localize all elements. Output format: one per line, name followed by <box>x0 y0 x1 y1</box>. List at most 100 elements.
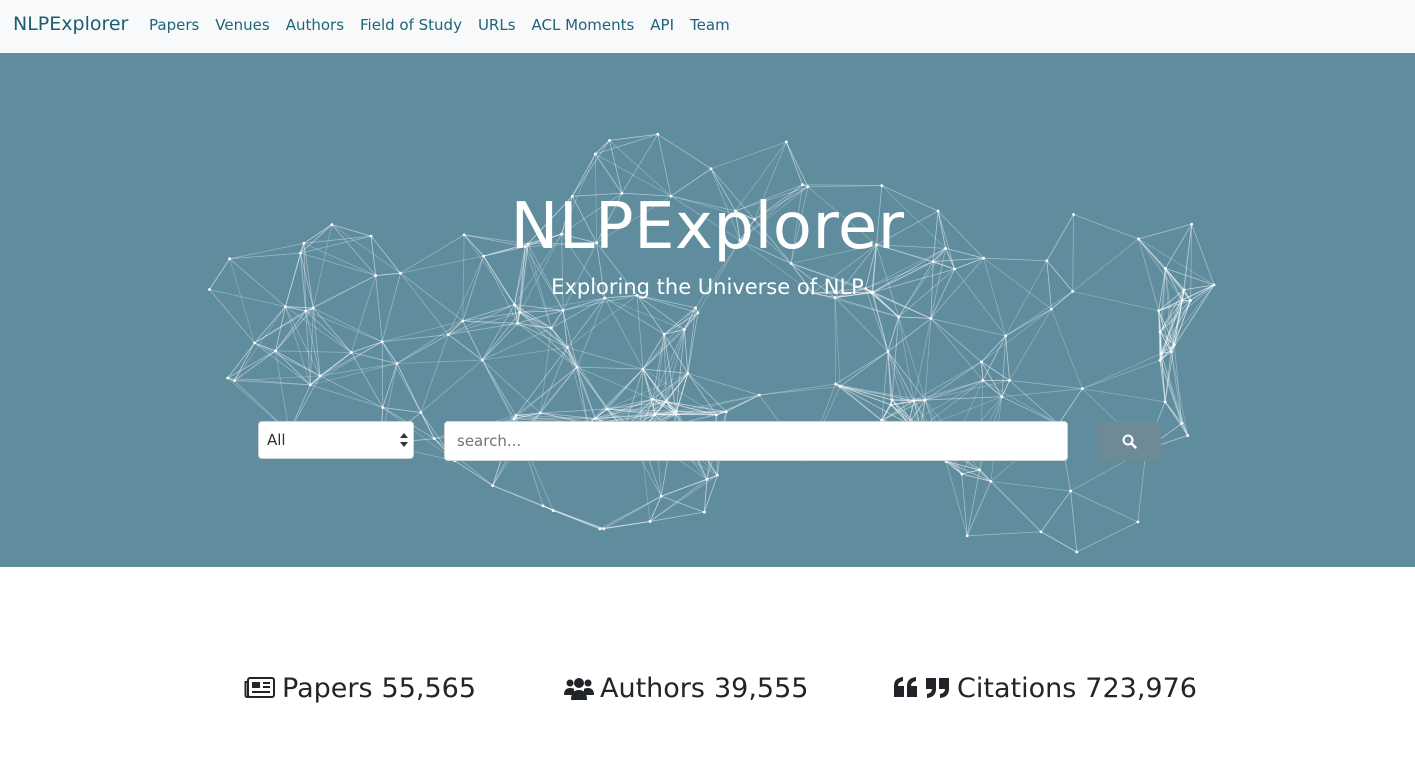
brand-logo[interactable]: NLPExplorer <box>13 13 128 35</box>
network-node <box>886 350 890 353</box>
network-node <box>551 509 555 513</box>
network-node <box>694 306 698 310</box>
network-node <box>1159 352 1163 355</box>
network-edge <box>1009 380 1083 390</box>
nav-link-api[interactable]: API <box>650 16 674 34</box>
network-edge <box>652 329 685 400</box>
network-node <box>960 472 964 476</box>
stat-papers-label: Papers <box>282 672 373 704</box>
search-button[interactable] <box>1098 421 1161 461</box>
network-edge <box>454 460 493 486</box>
network-edge <box>305 310 383 343</box>
network-node <box>566 346 569 349</box>
network-node <box>709 167 713 171</box>
network-edge <box>802 184 882 187</box>
users-icon <box>564 678 594 700</box>
network-edge <box>482 359 541 414</box>
category-select[interactable]: All <box>258 421 414 459</box>
network-node <box>648 520 652 523</box>
network-edge <box>785 141 809 187</box>
network-edge <box>839 351 889 387</box>
category-select-value: All <box>267 431 286 449</box>
network-edge <box>382 334 449 343</box>
network-node <box>395 362 399 365</box>
network-edge <box>871 292 889 352</box>
network-node <box>651 397 654 401</box>
hero-subtitle: Exploring the Universe of NLP <box>551 275 864 299</box>
network-edge <box>930 318 984 381</box>
nav-link-authors[interactable]: Authors <box>286 16 344 34</box>
network-edge <box>396 359 483 364</box>
network-edge <box>835 351 889 385</box>
network-node <box>549 326 553 330</box>
network-edge <box>930 318 982 363</box>
network-node <box>806 185 810 189</box>
network-edge <box>898 316 931 319</box>
nav-link-acl-moments[interactable]: ACL Moments <box>532 16 635 34</box>
network-node <box>683 328 686 331</box>
network-edge <box>381 341 384 408</box>
network-edge <box>759 385 841 396</box>
network-edge <box>966 481 992 536</box>
network-node <box>284 305 287 309</box>
network-node <box>965 534 969 538</box>
network-edge <box>636 295 665 335</box>
network-node <box>659 494 663 498</box>
network-node <box>980 360 983 364</box>
network-edge <box>649 511 705 522</box>
network-edge <box>609 133 658 141</box>
network-node <box>274 349 277 353</box>
network-edge <box>313 307 383 343</box>
network-edge <box>382 363 398 408</box>
network-node <box>461 319 465 323</box>
network-edge <box>703 475 718 513</box>
nav-link-field-of-study[interactable]: Field of Study <box>360 16 462 34</box>
network-edge <box>1051 308 1083 389</box>
nav-link-team[interactable]: Team <box>690 16 730 34</box>
network-node <box>233 379 236 382</box>
network-node <box>641 367 645 371</box>
network-node <box>593 417 597 420</box>
hero-title: NLPExplorer <box>510 190 905 264</box>
network-edge <box>1009 380 1059 425</box>
network-edge <box>981 361 984 381</box>
network-node <box>575 365 579 369</box>
select-arrows-icon <box>400 433 408 447</box>
nav-link-venues[interactable]: Venues <box>215 16 269 34</box>
newspaper-icon <box>244 677 275 698</box>
network-edge <box>981 308 1052 363</box>
network-edge <box>567 295 638 348</box>
network-node <box>1158 330 1162 334</box>
network-edge <box>604 297 665 335</box>
network-node <box>512 417 516 421</box>
network-node <box>705 477 709 481</box>
network-edge <box>1160 353 1189 436</box>
quote-icon <box>894 677 949 698</box>
network-edge <box>1070 490 1139 523</box>
network-node <box>541 504 545 508</box>
network-node <box>304 309 308 313</box>
network-node <box>1049 307 1053 311</box>
nav-link-urls[interactable]: URLs <box>478 16 516 34</box>
network-edge <box>1005 308 1052 337</box>
network-edge <box>924 361 982 401</box>
network-node <box>1164 267 1167 270</box>
network-node <box>686 371 690 375</box>
network-node <box>253 341 256 345</box>
network-node <box>702 510 706 514</box>
network-node <box>1039 530 1043 534</box>
network-edge <box>1001 388 1083 398</box>
network-node <box>480 358 484 362</box>
network-node <box>513 303 516 307</box>
network-edge <box>462 311 520 322</box>
network-edge <box>835 383 893 401</box>
network-edge <box>254 342 311 386</box>
network-edge <box>657 133 712 170</box>
search-input[interactable] <box>444 421 1068 461</box>
network-edge <box>481 312 521 361</box>
network-node <box>664 400 668 404</box>
network-edge <box>540 408 607 414</box>
network-node <box>890 398 894 402</box>
nav-link-papers[interactable]: Papers <box>149 16 199 34</box>
network-edge <box>990 480 1071 492</box>
